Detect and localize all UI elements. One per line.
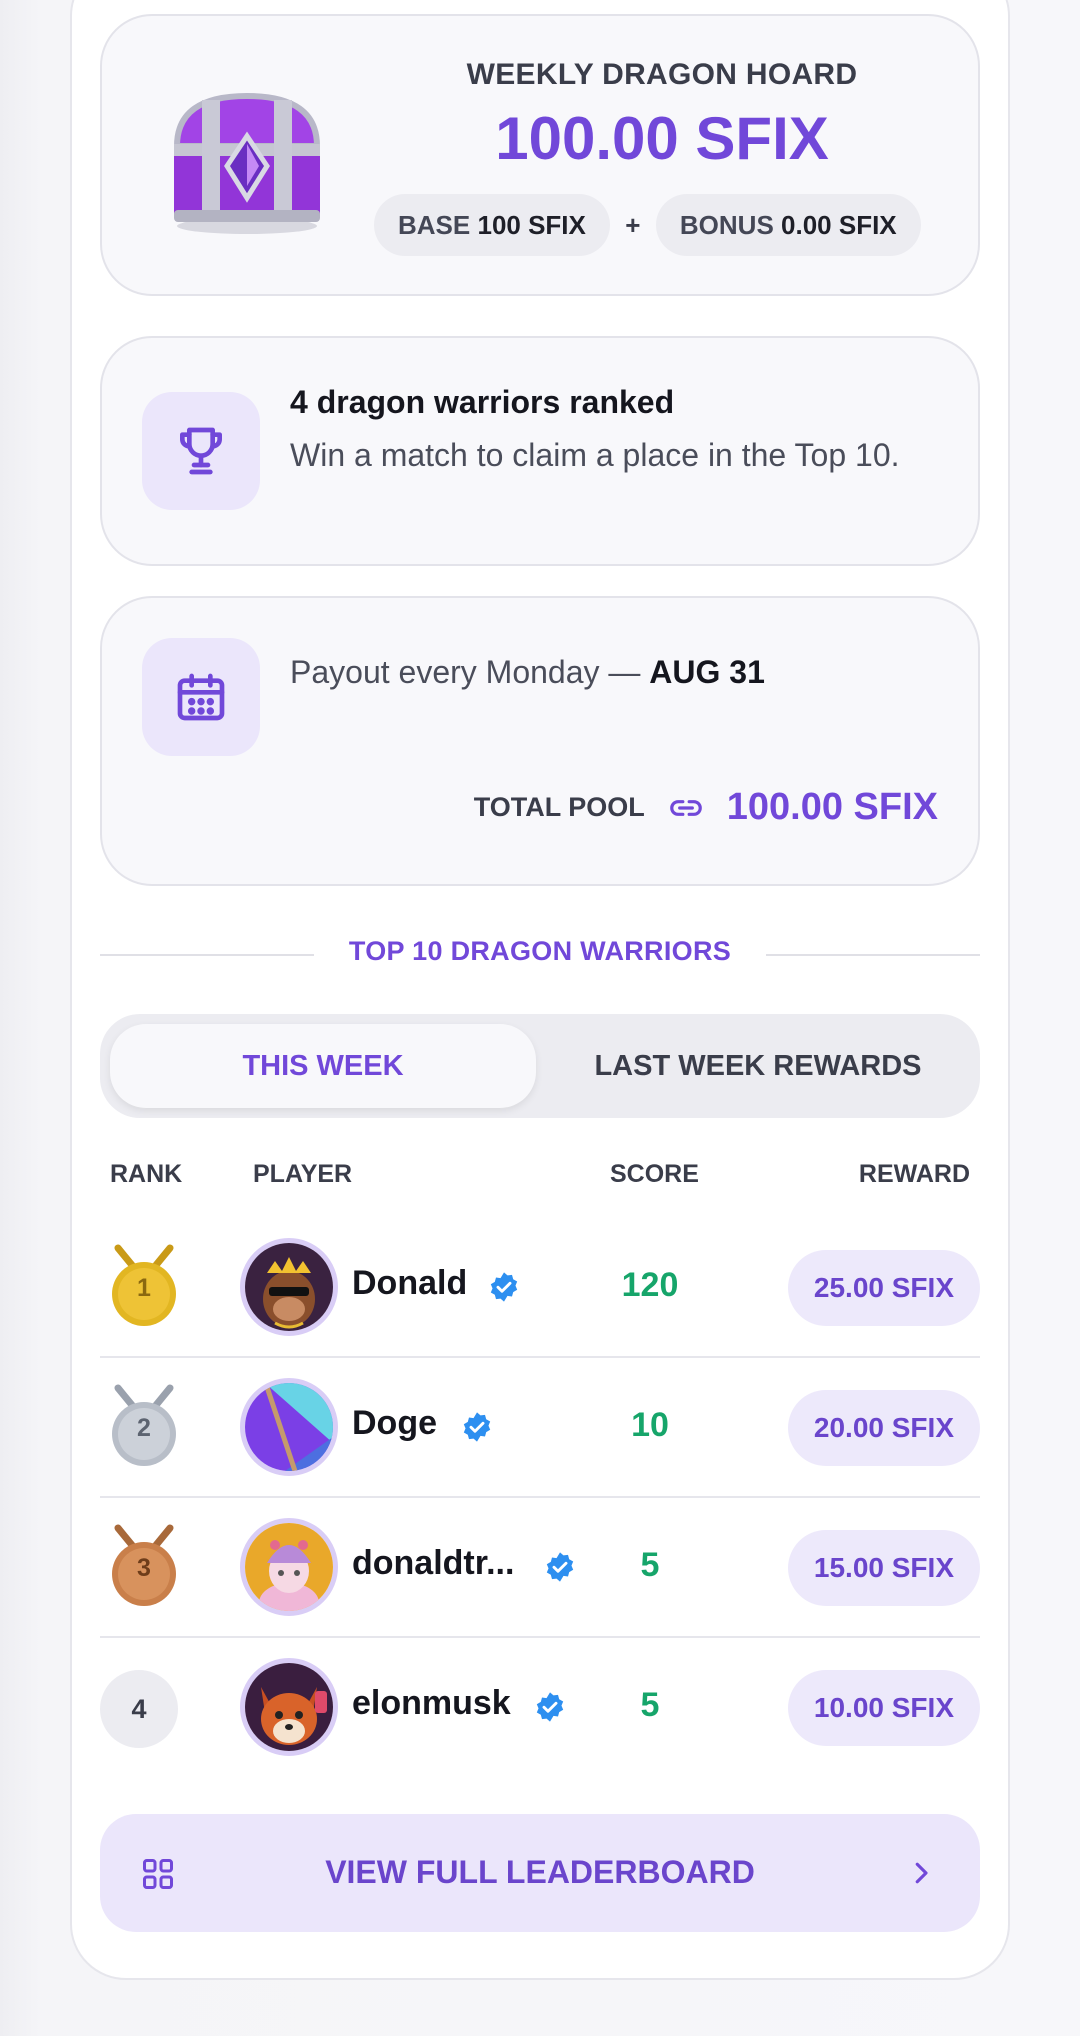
treasure-chest-icon	[173, 92, 321, 234]
avatar	[240, 1658, 338, 1756]
rank-badge: 4	[100, 1670, 178, 1748]
payout-text: Payout every Monday — AUG 31	[290, 654, 765, 691]
bonus-value: 0.00 SFIX	[781, 210, 897, 240]
avatar	[240, 1238, 338, 1336]
total-pool: TOTAL POOL 100.00 SFIX	[474, 786, 938, 829]
player-name[interactable]: donaldtr...	[352, 1544, 514, 1583]
section-title: TOP 10 DRAGON WARRIORS	[348, 936, 732, 966]
payout-label: Payout every Monday —	[290, 654, 641, 690]
header-reward: REWARD	[858, 1160, 970, 1188]
player-score: 5	[640, 1546, 660, 1584]
reward-pill: 25.00 SFIX	[787, 1250, 980, 1326]
player-name[interactable]: Doge	[352, 1404, 437, 1443]
table-row[interactable]: 1 Donald 120 25.00 SFIX	[100, 1218, 980, 1358]
hoard-breakdown: BASE 100 SFIX + BONUS 0.00 SFIX	[374, 194, 921, 256]
chevron-right-icon	[915, 1862, 928, 1884]
ranked-title: 4 dragon warriors ranked	[290, 384, 675, 420]
trophy-icon-box	[142, 392, 260, 510]
ranked-info-card: 4 dragon warriors ranked Win a match to …	[100, 336, 980, 566]
avatar	[240, 1518, 338, 1616]
hoard-title: WEEKLY DRAGON HOARD	[466, 58, 858, 91]
section-heading: TOP 10 DRAGON WARRIORS	[100, 936, 980, 972]
table-header: RANK PLAYER SCORE REWARD	[100, 1160, 980, 1194]
plus-sign: +	[625, 209, 641, 240]
view-full-leaderboard-button[interactable]: VIEW FULL LEADERBOARD	[100, 1814, 980, 1932]
avatar	[240, 1378, 338, 1476]
rank-number: 1	[137, 1274, 151, 1302]
header-player: PLAYER	[253, 1160, 353, 1188]
hoard-amount: 100.00 SFIX	[495, 105, 829, 172]
trophy-icon	[180, 427, 223, 475]
verified-badge-icon	[536, 1692, 564, 1722]
payout-card: Payout every Monday — AUG 31 TOTAL POOL …	[100, 596, 980, 886]
table-row[interactable]: 4 elonmusk 5 10.00 SFIX	[100, 1638, 980, 1778]
player-name[interactable]: Donald	[352, 1264, 467, 1303]
reward-pill: 20.00 SFIX	[787, 1390, 980, 1466]
verified-badge-icon	[490, 1272, 518, 1302]
reward-pill: 15.00 SFIX	[787, 1530, 980, 1606]
tab-this-week[interactable]: THIS WEEK	[110, 1024, 536, 1108]
calendar-icon-box	[142, 638, 260, 756]
player-score: 120	[621, 1266, 679, 1304]
link-icon[interactable]	[667, 789, 705, 827]
table-row[interactable]: 3 donaldtr... 5 15.00 SFIX	[100, 1498, 980, 1638]
verified-badge-icon	[463, 1412, 491, 1442]
base-value: 100 SFIX	[477, 210, 586, 240]
weekly-hoard-card: WEEKLY DRAGON HOARD 100.00 SFIX BASE 100…	[100, 14, 980, 296]
pool-amount: 100.00 SFIX	[726, 786, 938, 828]
view-full-leaderboard-label: VIEW FULL LEADERBOARD	[325, 1854, 755, 1890]
calendar-icon	[177, 673, 225, 721]
bonus-pill: BONUS 0.00 SFIX	[655, 194, 921, 256]
rank-number: 3	[137, 1554, 151, 1582]
rank-number: 2	[137, 1414, 151, 1442]
payout-date: AUG 31	[649, 654, 765, 690]
bonus-label: BONUS	[679, 210, 774, 240]
tab-last-week-rewards[interactable]: LAST WEEK REWARDS	[546, 1024, 970, 1108]
reward-pill: 10.00 SFIX	[787, 1670, 980, 1746]
player-score: 5	[640, 1686, 660, 1724]
player-score: 10	[631, 1406, 669, 1444]
base-label: BASE	[398, 210, 471, 240]
base-pill: BASE 100 SFIX	[374, 194, 610, 256]
table-row[interactable]: 2 Doge 10 20.00 SFIX	[100, 1358, 980, 1498]
header-rank: RANK	[110, 1160, 183, 1188]
pool-label: TOTAL POOL	[473, 792, 645, 822]
ranked-text: Win a match to claim a place in the Top …	[290, 437, 900, 473]
leaderboard-tabs: THIS WEEK LAST WEEK REWARDS	[100, 1014, 980, 1118]
header-score: SCORE	[610, 1160, 699, 1188]
player-name[interactable]: elonmusk	[352, 1684, 511, 1723]
